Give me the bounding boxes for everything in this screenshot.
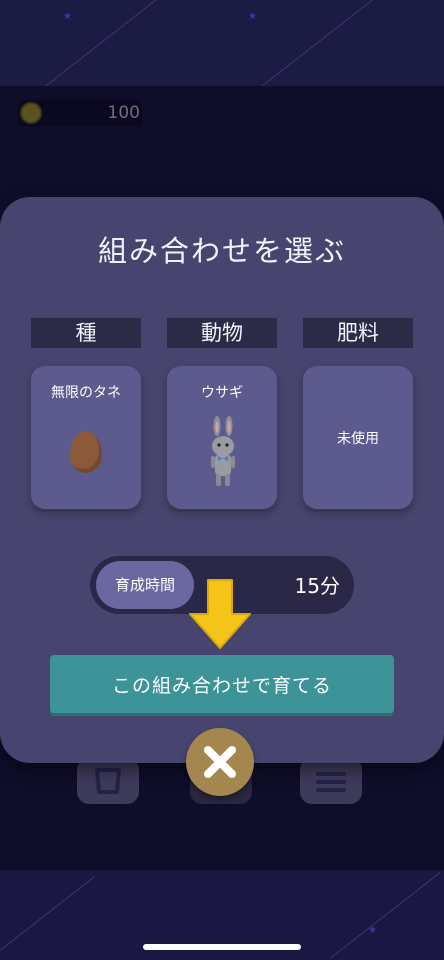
star-icon: ★ — [368, 925, 377, 936]
animal-slot[interactable]: ウサギ — [167, 366, 277, 509]
egg-seed-icon — [70, 431, 102, 473]
fertilizer-slot[interactable]: 未使用 — [303, 366, 413, 509]
growth-time-label: 育成時間 — [96, 561, 194, 609]
menu-button[interactable] — [300, 758, 362, 804]
star-icon: ★ — [248, 11, 257, 22]
dialog-title: 組み合わせを選ぶ — [97, 234, 346, 268]
seed-header: 種 — [31, 318, 141, 348]
growth-time-value: 15分 — [294, 574, 340, 598]
grow-combination-button[interactable]: この組み合わせで育てる — [50, 655, 394, 713]
seed-name: 無限のタネ — [51, 385, 121, 401]
animal-name: ウサギ — [201, 385, 243, 401]
seed-slot[interactable]: 無限のタネ — [31, 366, 141, 509]
fertilizer-header: 肥料 — [303, 318, 413, 348]
coin-icon — [20, 102, 42, 124]
close-icon — [204, 746, 236, 778]
animal-header: 動物 — [167, 318, 277, 348]
star-icon: ★ — [63, 11, 72, 22]
coin-count: 100 — [107, 103, 140, 123]
arrow-down-icon — [189, 579, 251, 649]
cart-icon — [95, 768, 121, 794]
home-indicator[interactable] — [143, 944, 301, 950]
fertilizer-status: 未使用 — [337, 431, 379, 447]
close-button[interactable] — [186, 728, 254, 796]
rabbit-icon — [211, 416, 235, 486]
top-background: ★ ★ — [0, 0, 444, 86]
shop-button[interactable] — [77, 758, 139, 804]
menu-icon — [316, 772, 346, 792]
